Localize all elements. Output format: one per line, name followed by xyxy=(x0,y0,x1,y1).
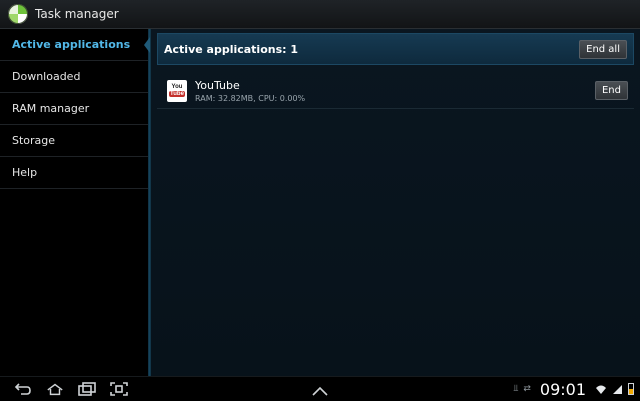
sync-icon: ⇄ xyxy=(523,384,531,394)
screenshot-icon[interactable] xyxy=(110,382,128,396)
task-manager-pie-icon xyxy=(8,4,28,24)
app-title: Task manager xyxy=(35,7,119,21)
sidebar-item-ram-manager[interactable]: RAM manager xyxy=(0,93,148,125)
end-all-button[interactable]: End all xyxy=(579,39,627,59)
end-app-button[interactable]: End xyxy=(594,81,628,100)
active-apps-header: Active applications: 1 End all xyxy=(157,33,634,65)
app-name: YouTube xyxy=(195,78,240,92)
clock: 09:01 xyxy=(539,379,586,399)
active-apps-count-title: Active applications: 1 xyxy=(164,42,299,56)
recent-apps-icon[interactable] xyxy=(78,382,96,396)
sidebar: Active applications Downloaded RAM manag… xyxy=(0,29,148,376)
status-area: ⫫ ⇄ 09:01 xyxy=(513,377,634,401)
home-icon[interactable] xyxy=(46,382,64,396)
signal-icon xyxy=(612,380,623,399)
battery-level-fill xyxy=(629,389,633,394)
battery-icon xyxy=(628,383,634,395)
title-bar: Task manager xyxy=(0,0,640,29)
app-usage-stats: RAM: 32.82MB, CPU: 0.00% xyxy=(195,93,306,103)
system-bar: ⫫ ⇄ 09:01 xyxy=(0,376,640,401)
up-arrow-icon[interactable] xyxy=(311,382,329,401)
youtube-icon: You Tube xyxy=(167,79,187,102)
app-row-youtube[interactable]: You Tube YouTube RAM: 32.82MB, CPU: 0.00… xyxy=(157,73,634,109)
wifi-icon xyxy=(595,380,607,399)
sidebar-item-active-applications[interactable]: Active applications xyxy=(0,29,148,61)
main-panel: Active applications: 1 End all You Tube … xyxy=(151,29,640,376)
back-icon[interactable] xyxy=(14,382,32,396)
usb-icon: ⫫ xyxy=(513,384,519,394)
sidebar-item-help[interactable]: Help xyxy=(0,157,148,189)
sidebar-item-storage[interactable]: Storage xyxy=(0,125,148,157)
sidebar-item-downloaded[interactable]: Downloaded xyxy=(0,61,148,93)
app-info: YouTube RAM: 32.82MB, CPU: 0.00% xyxy=(195,79,595,103)
active-indicator-arrow xyxy=(144,37,150,53)
